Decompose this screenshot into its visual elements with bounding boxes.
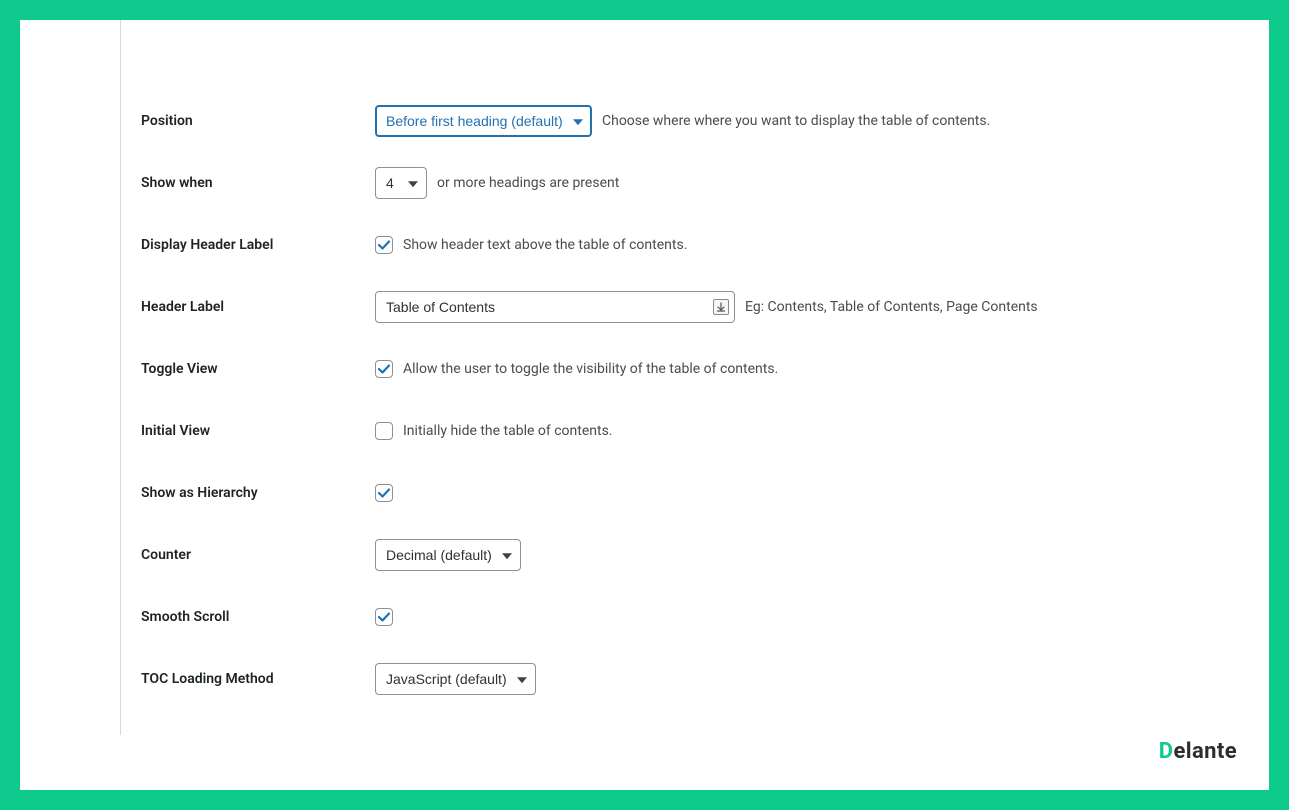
control-smooth-scroll (375, 608, 393, 626)
label-initial-view: Initial View (141, 423, 375, 439)
row-show-when: Show when 4 or more headings are present (121, 152, 1269, 214)
checkbox-initial-view[interactable] (375, 422, 393, 440)
label-display-header-label: Display Header Label (141, 237, 375, 253)
select-show-when-wrap: 4 (375, 167, 427, 199)
check-icon (377, 610, 391, 624)
checkbox-toggle-view[interactable] (375, 360, 393, 378)
control-header-label: Eg: Contents, Table of Contents, Page Co… (375, 291, 1038, 323)
row-header-label: Header Label Eg: Contents, Table of Cont… (121, 276, 1269, 338)
checkbox-display-header-label[interactable] (375, 236, 393, 254)
control-show-when: 4 or more headings are present (375, 167, 619, 199)
label-position: Position (141, 113, 375, 129)
logo-letter-d: D (1159, 739, 1174, 764)
row-smooth-scroll: Smooth Scroll (121, 586, 1269, 648)
label-smooth-scroll: Smooth Scroll (141, 609, 375, 625)
row-toc-loading: TOC Loading Method JavaScript (default) (121, 648, 1269, 710)
check-icon (377, 238, 391, 252)
select-counter-wrap: Decimal (default) (375, 539, 521, 571)
row-toggle-view: Toggle View Allow the user to toggle the… (121, 338, 1269, 400)
input-header-label[interactable] (375, 291, 735, 323)
control-toggle-view: Allow the user to toggle the visibility … (375, 360, 778, 378)
check-icon (377, 362, 391, 376)
select-counter[interactable]: Decimal (default) (375, 539, 521, 571)
input-wrap-header-label (375, 291, 735, 323)
checkbox-show-hierarchy[interactable] (375, 484, 393, 502)
select-show-when[interactable]: 4 (375, 167, 427, 199)
checkbox-text-initial-view: Initially hide the table of contents. (403, 423, 613, 439)
app-frame: Position Before first heading (default) … (0, 0, 1289, 810)
control-initial-view: Initially hide the table of contents. (375, 422, 613, 440)
help-position: Choose where where you want to display t… (602, 113, 990, 129)
select-toc-loading[interactable]: JavaScript (default) (375, 663, 536, 695)
label-toc-loading: TOC Loading Method (141, 671, 375, 687)
label-show-hierarchy: Show as Hierarchy (141, 485, 375, 501)
row-counter: Counter Decimal (default) (121, 524, 1269, 586)
label-header-label: Header Label (141, 299, 375, 315)
delante-logo: Delante (1159, 739, 1237, 764)
control-show-hierarchy (375, 484, 393, 502)
select-position[interactable]: Before first heading (default) (375, 105, 592, 137)
label-counter: Counter (141, 547, 375, 563)
row-initial-view: Initial View Initially hide the table of… (121, 400, 1269, 462)
check-icon (377, 486, 391, 500)
autofill-icon (713, 299, 729, 315)
label-toggle-view: Toggle View (141, 361, 375, 377)
control-position: Before first heading (default) Choose wh… (375, 105, 990, 137)
settings-form: Position Before first heading (default) … (120, 20, 1269, 735)
suffix-show-when: or more headings are present (437, 175, 619, 191)
checkbox-text-toggle-view: Allow the user to toggle the visibility … (403, 361, 778, 377)
logo-rest: elante (1173, 739, 1237, 764)
checkbox-text-display-header-label: Show header text above the table of cont… (403, 237, 687, 253)
checkbox-smooth-scroll[interactable] (375, 608, 393, 626)
control-toc-loading: JavaScript (default) (375, 663, 536, 695)
select-position-wrap: Before first heading (default) (375, 105, 592, 137)
row-show-hierarchy: Show as Hierarchy (121, 462, 1269, 524)
select-toc-loading-wrap: JavaScript (default) (375, 663, 536, 695)
row-display-header-label: Display Header Label Show header text ab… (121, 214, 1269, 276)
control-counter: Decimal (default) (375, 539, 521, 571)
control-display-header-label: Show header text above the table of cont… (375, 236, 687, 254)
row-position: Position Before first heading (default) … (121, 90, 1269, 152)
label-show-when: Show when (141, 175, 375, 191)
help-header-label: Eg: Contents, Table of Contents, Page Co… (745, 299, 1038, 315)
